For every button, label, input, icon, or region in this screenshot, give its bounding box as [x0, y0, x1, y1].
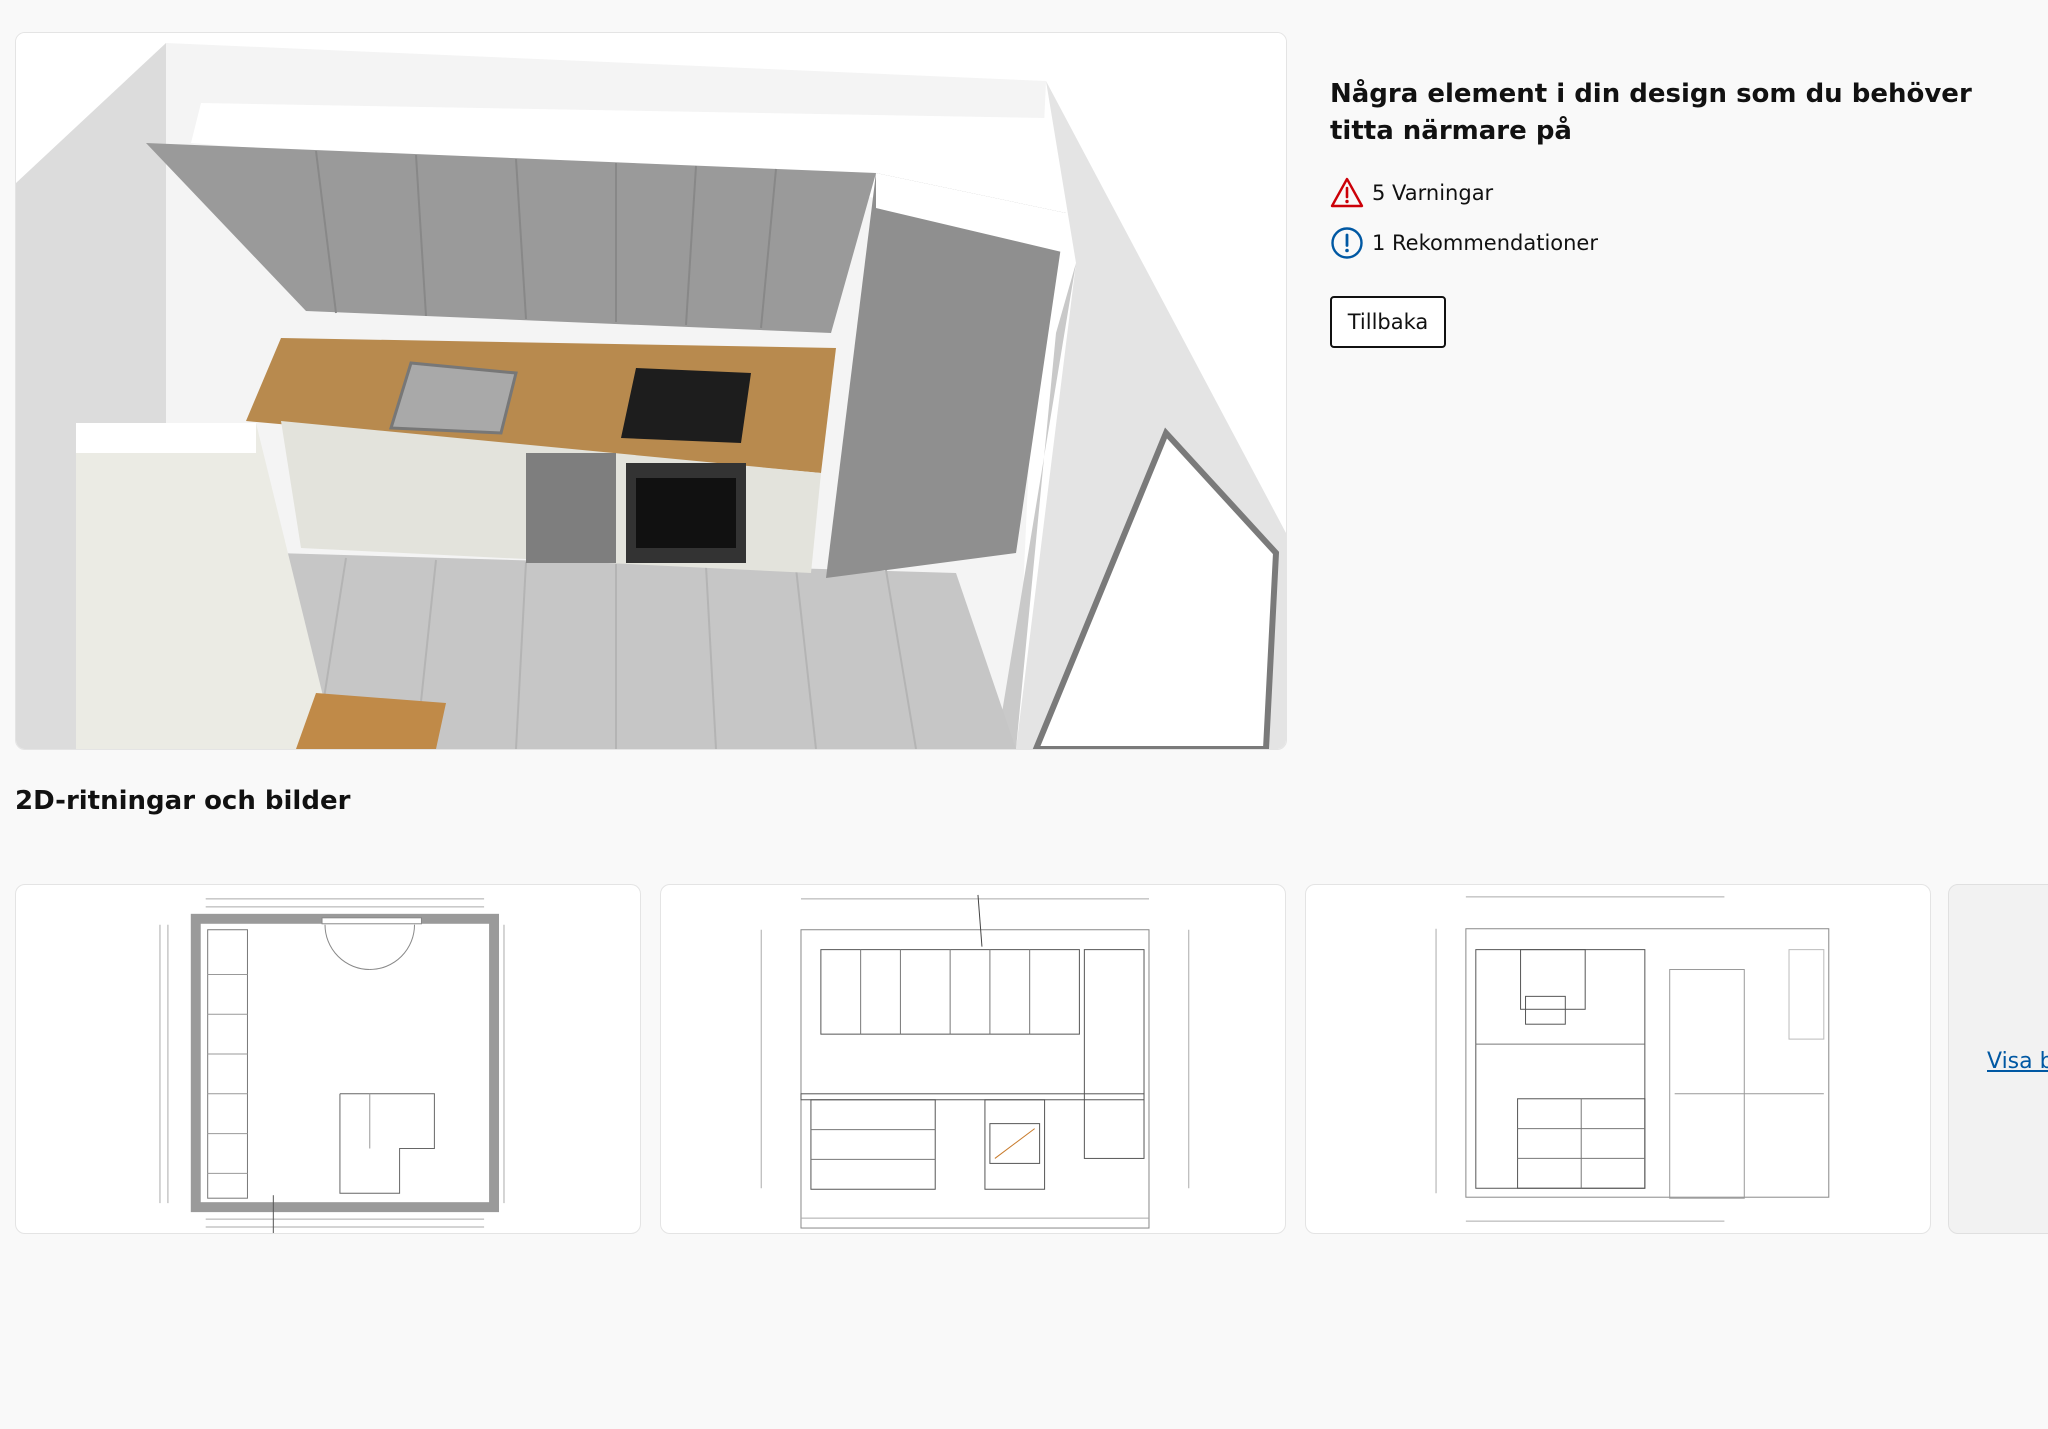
warnings-label: 5 Varningar — [1372, 181, 1494, 205]
front-elevation-drawing — [760, 894, 1190, 1229]
warning-triangle-icon — [1330, 177, 1364, 208]
back-button[interactable]: Tillbaka — [1330, 296, 1446, 348]
drawing-thumbnail-floor-plan[interactable] — [15, 884, 641, 1234]
kitchen-3d-render[interactable] — [15, 32, 1287, 750]
side-elevation-drawing — [1435, 896, 1830, 1222]
floor-plan-drawing — [159, 898, 505, 1233]
drawing-thumbnail-elevation-side[interactable] — [1305, 884, 1931, 1234]
drawing-thumbnail-elevation-front[interactable] — [660, 884, 1286, 1234]
show-more-card[interactable]: Visa b — [1948, 884, 2048, 1234]
info-circle-icon — [1331, 227, 1363, 259]
recommendations-row[interactable]: 1 Rekommendationer — [1330, 226, 2030, 260]
recommendations-label: 1 Rekommendationer — [1372, 231, 1598, 255]
warnings-row[interactable]: 5 Varningar — [1330, 176, 2030, 210]
review-heading: Några element i din design som du behöve… — [1330, 79, 1972, 146]
review-panel: Några element i din design som du behöve… — [1330, 76, 2030, 348]
kitchen-3d-image — [16, 33, 1286, 749]
show-more-link[interactable]: Visa b — [1987, 1049, 2048, 1074]
drawings-section-title: 2D-ritningar och bilder — [15, 786, 351, 816]
